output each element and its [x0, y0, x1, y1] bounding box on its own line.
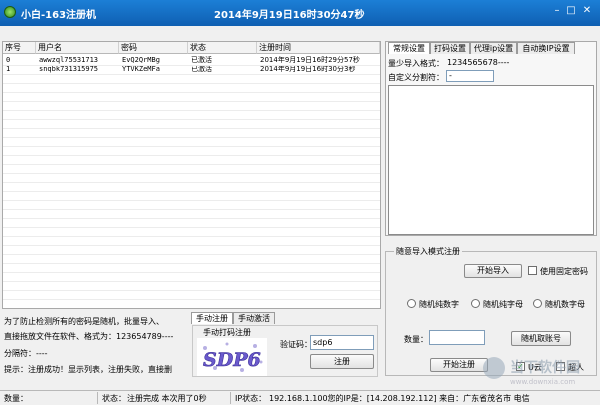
table-row[interactable]: 0 awwzql75531713 EvQ2QrMBg 已激活 2014年9月19… — [3, 56, 380, 65]
column-header-username[interactable]: 用户名 — [36, 42, 119, 54]
cell-username: awwzql75531713 — [39, 56, 99, 64]
table-gridline — [3, 65, 380, 66]
table-gridline — [3, 218, 380, 219]
svg-text:当下软件园: 当下软件园 — [510, 359, 580, 376]
title-bar: 小白-163注册机 2014年9月19日16时30分47秒 – □ ✕ — [0, 0, 600, 26]
maximize-icon[interactable]: □ — [565, 5, 577, 17]
custom-separator-label: 自定义分割符： — [388, 73, 444, 82]
tab-manual-activate[interactable]: 手动激活 — [233, 312, 275, 324]
table-gridline — [3, 263, 380, 264]
quantity-label: 数量： — [404, 335, 428, 344]
random-account-button[interactable]: 随机取账号 — [511, 331, 571, 346]
close-icon[interactable]: ✕ — [581, 5, 593, 17]
table-gridline — [3, 101, 380, 102]
fixed-password-label: 使用固定密码 — [540, 267, 588, 276]
minimize-icon[interactable]: – — [551, 5, 563, 17]
table-gridline — [3, 245, 380, 246]
table-gridline — [3, 137, 380, 138]
table-gridline — [3, 74, 380, 75]
info-line-2: 直接拖放文件在软件、格式为：123654789---- — [4, 332, 174, 341]
table-gridline — [3, 209, 380, 210]
info-line-1: 为了防止检测所有的密码是随机，批量导入、 — [4, 317, 164, 326]
app-icon — [4, 6, 16, 18]
table-gridline — [3, 272, 380, 273]
quantity-input[interactable] — [429, 330, 485, 345]
tab-manual-register[interactable]: 手动注册 — [191, 312, 233, 324]
status-count-label: 数量： — [4, 394, 28, 403]
tab-general-settings[interactable]: 常规设置 — [388, 42, 430, 54]
table-gridline — [3, 110, 380, 111]
cell-status: 已激活 — [191, 65, 212, 73]
import-format-value: 1234565678---- — [447, 58, 510, 67]
radio-random-digits-label: 随机纯数字 — [419, 300, 459, 309]
tab-captcha-settings[interactable]: 打码设置 — [430, 42, 470, 54]
status-separator — [230, 392, 231, 404]
radio-random-alnum-label: 随机数字母 — [545, 300, 585, 309]
window-title: 小白-163注册机 — [21, 10, 97, 21]
status-ip-value: 192.168.1.100您的IP是：[14.208.192.112] 来自：广… — [269, 394, 530, 403]
site-watermark: 当下软件园 www.downxia.com — [483, 357, 580, 386]
column-header-register-time[interactable]: 注册时间 — [257, 42, 380, 54]
captcha-group-title: 手动打码注册 — [203, 328, 251, 337]
table-gridline — [3, 164, 380, 165]
radio-random-letters-label: 随机纯字母 — [483, 300, 523, 309]
table-gridline — [3, 227, 380, 228]
table-gridline — [3, 236, 380, 237]
captcha-image: SDP6 — [197, 338, 267, 376]
cell-register-time: 2014年9月19日16时29分57秒 — [260, 56, 360, 64]
import-format-label: 量少导入格式： — [388, 59, 444, 68]
captcha-code-label: 验证码： — [280, 340, 312, 349]
table-gridline — [3, 119, 380, 120]
status-separator — [97, 392, 98, 404]
status-state-label: 状态： — [102, 394, 126, 403]
table-gridline — [3, 146, 380, 147]
tab-proxy-settings[interactable]: 代理ip设置 — [470, 42, 517, 54]
radio-random-alnum[interactable] — [533, 299, 542, 308]
radio-random-letters[interactable] — [471, 299, 480, 308]
table-gridline — [3, 200, 380, 201]
cell-username: snqbk731315975 — [39, 65, 99, 73]
table-gridline — [3, 173, 380, 174]
tab-auto-ip-settings[interactable]: 自动换IP设置 — [517, 42, 575, 54]
clock-display: 2014年9月19日16时30分47秒 — [214, 10, 365, 21]
table-gridline — [3, 128, 380, 129]
fixed-password-checkbox[interactable] — [528, 266, 537, 275]
cell-index: 1 — [6, 65, 11, 73]
account-table[interactable]: 序号 用户名 密码 状态 注册时间 0 awwzql75531713 EvQ2Q… — [2, 41, 381, 309]
custom-separator-input[interactable]: - — [446, 70, 494, 82]
cell-register-time: 2014年9月19日16时30分3秒 — [260, 65, 356, 73]
cell-password: EvQ2QrMBg — [122, 56, 160, 64]
status-state-value: 注册完成 本次用了0秒 — [127, 394, 207, 403]
column-header-index[interactable]: 序号 — [3, 42, 36, 54]
captcha-code-input[interactable]: sdp6 — [310, 335, 374, 350]
captcha-group: 手动打码注册 SDP6 验证码： sdp6 注册 — [192, 325, 378, 377]
table-gridline — [3, 182, 380, 183]
column-header-status[interactable]: 状态 — [188, 42, 257, 54]
info-line-3: 分隔符：---- — [4, 349, 48, 358]
cell-password: YTVKZeMFa — [122, 65, 160, 73]
captcha-image-text: SDP6 — [203, 349, 261, 371]
status-bar: 数量： 状态： 注册完成 本次用了0秒 IP状态： 192.168.1.100您… — [0, 390, 600, 405]
table-gridline — [3, 155, 380, 156]
table-gridline — [3, 254, 380, 255]
table-gridline — [3, 92, 380, 93]
start-import-button[interactable]: 开始导入 — [464, 264, 522, 278]
table-row[interactable]: 1 snqbk731315975 YTVKZeMFa 已激活 2014年9月19… — [3, 65, 380, 74]
import-textarea[interactable] — [388, 85, 594, 235]
settings-panel: 常规设置 打码设置 代理ip设置 自动换IP设置 量少导入格式： 1234565… — [385, 41, 597, 236]
column-header-password[interactable]: 密码 — [119, 42, 188, 54]
table-gridline — [3, 299, 380, 300]
random-import-title: 随意导入模式注册 — [394, 246, 462, 257]
svg-text:www.downxia.com: www.downxia.com — [510, 378, 575, 386]
table-gridline — [3, 191, 380, 192]
table-gridline — [3, 281, 380, 282]
cell-status: 已激活 — [191, 56, 212, 64]
cell-index: 0 — [6, 56, 11, 64]
table-gridline — [3, 83, 380, 84]
status-ip-label: IP状态： — [235, 394, 267, 403]
table-gridline — [3, 290, 380, 291]
info-tip: 提示：注册成功！显示列表，注册失败，直接删 — [4, 365, 172, 374]
radio-random-digits[interactable] — [407, 299, 416, 308]
register-button[interactable]: 注册 — [310, 354, 374, 369]
